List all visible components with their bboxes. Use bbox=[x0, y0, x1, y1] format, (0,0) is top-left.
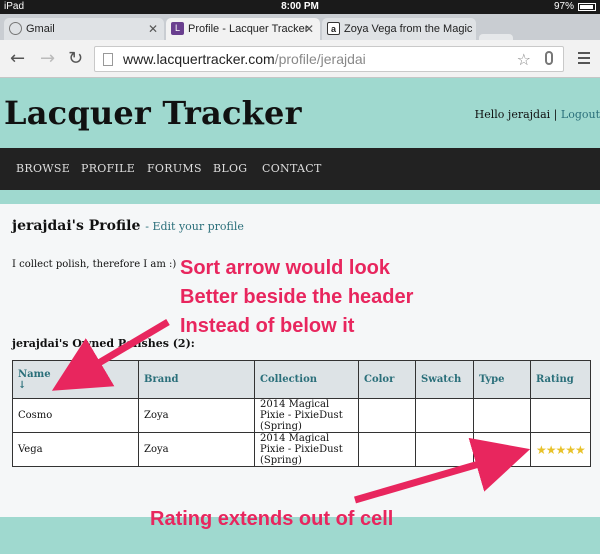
table-header-row: Name ↓ Brand Collection Color Swatch Typ… bbox=[12, 360, 591, 399]
annotation-sort-arrow: Sort arrow would look Better beside the … bbox=[180, 257, 414, 337]
site-header: Lacquer Tracker Hello jerajdai | Logout bbox=[0, 78, 600, 148]
cell-brand: Zoya bbox=[138, 432, 255, 467]
rating-stars-icon[interactable]: ★★★★★ bbox=[536, 443, 586, 457]
owned-polishes-table: Name ↓ Brand Collection Color Swatch Typ… bbox=[12, 360, 591, 467]
cell-name[interactable]: Vega bbox=[12, 432, 139, 467]
page-icon bbox=[103, 53, 113, 66]
amazon-icon: a bbox=[327, 22, 340, 35]
cell-color bbox=[358, 432, 416, 467]
cell-color bbox=[358, 398, 416, 433]
profile-heading: jerajdai's Profile - Edit your profile bbox=[12, 218, 244, 234]
header-collection[interactable]: Collection bbox=[254, 360, 359, 399]
menu-icon[interactable] bbox=[578, 52, 590, 64]
clock: 8:00 PM bbox=[281, 1, 319, 12]
tab-strip: Gmail ✕ L Profile - Lacquer Tracker ✕ a … bbox=[0, 14, 600, 52]
cell-collection: 2014 Magical Pixie - PixieDust (Spring) bbox=[254, 398, 359, 433]
address-bar[interactable]: www.lacquertracker.com/profile/jerajdai … bbox=[94, 46, 564, 72]
header-type[interactable]: Type bbox=[473, 360, 531, 399]
owned-polishes-heading: jerajdai's Owned Polishes (2): bbox=[12, 337, 195, 350]
cell-swatch bbox=[415, 432, 474, 467]
nav-forums[interactable]: FORUMS bbox=[147, 162, 202, 175]
tab-title: Profile - Lacquer Tracker bbox=[188, 23, 309, 35]
close-tab-icon[interactable]: ✕ bbox=[304, 18, 314, 40]
header-rating[interactable]: Rating bbox=[530, 360, 591, 399]
profile-content: jerajdai's Profile - Edit your profile I… bbox=[0, 204, 600, 517]
header-name[interactable]: Name ↓ bbox=[12, 360, 139, 399]
nav-browse[interactable]: BROWSE bbox=[16, 162, 70, 175]
user-greeting: Hello jerajdai | Logout bbox=[475, 108, 600, 121]
tab-title: Gmail bbox=[26, 23, 55, 35]
tab-lacquer-tracker[interactable]: L Profile - Lacquer Tracker ✕ bbox=[166, 18, 320, 40]
cell-type bbox=[473, 398, 531, 433]
microphone-icon[interactable] bbox=[545, 51, 553, 65]
header-stripe bbox=[0, 190, 600, 204]
header-color[interactable]: Color bbox=[358, 360, 416, 399]
nav-contact[interactable]: CONTACT bbox=[262, 162, 322, 175]
greeting-text: Hello jerajdai | bbox=[474, 108, 558, 121]
annotation-rating: Rating extends out of cell bbox=[150, 508, 394, 530]
sort-arrow-icon[interactable]: ↓ bbox=[18, 380, 133, 391]
cell-name[interactable]: Cosmo bbox=[12, 398, 139, 433]
ios-status-bar: iPad 8:00 PM 97% bbox=[0, 0, 600, 14]
main-nav: BROWSE PROFILE FORUMS BLOG CONTACT bbox=[0, 148, 600, 190]
battery-area: 97% bbox=[554, 0, 596, 14]
browser-toolbar: ← → ↻ www.lacquertracker.com/profile/jer… bbox=[0, 40, 600, 78]
edit-profile-link[interactable]: - Edit your profile bbox=[145, 220, 244, 233]
table-row[interactable]: Cosmo Zoya 2014 Magical Pixie - PixieDus… bbox=[12, 398, 591, 433]
cell-brand: Zoya bbox=[138, 398, 255, 433]
back-icon[interactable]: ← bbox=[10, 49, 25, 69]
cell-type bbox=[473, 432, 531, 467]
tab-zoya-vega[interactable]: a Zoya Vega from the Magic bbox=[322, 18, 476, 40]
cell-rating bbox=[530, 398, 591, 433]
nav-blog[interactable]: BLOG bbox=[213, 162, 247, 175]
header-brand[interactable]: Brand bbox=[138, 360, 255, 399]
url-text[interactable]: www.lacquertracker.com/profile/jerajdai bbox=[123, 51, 366, 67]
reload-icon[interactable]: ↻ bbox=[68, 49, 83, 69]
cell-rating[interactable]: ★★★★★ bbox=[530, 432, 591, 467]
table-row[interactable]: Vega Zoya 2014 Magical Pixie - PixieDust… bbox=[12, 432, 591, 467]
logout-link[interactable]: Logout bbox=[561, 108, 600, 121]
nav-profile[interactable]: PROFILE bbox=[81, 162, 135, 175]
lacquer-tracker-icon: L bbox=[171, 22, 184, 35]
cell-collection: 2014 Magical Pixie - PixieDust (Spring) bbox=[254, 432, 359, 467]
site-title[interactable]: Lacquer Tracker bbox=[4, 94, 302, 132]
battery-percent: 97% bbox=[553, 1, 574, 12]
globe-icon bbox=[9, 22, 22, 35]
battery-icon bbox=[578, 3, 596, 11]
tab-gmail[interactable]: Gmail ✕ bbox=[4, 18, 164, 40]
profile-bio: I collect polish, therefore I am :) bbox=[12, 259, 177, 270]
header-swatch[interactable]: Swatch bbox=[415, 360, 474, 399]
tab-title: Zoya Vega from the Magic bbox=[344, 23, 473, 35]
forward-icon[interactable]: → bbox=[40, 49, 55, 69]
cell-swatch bbox=[415, 398, 474, 433]
bookmark-star-icon[interactable]: ☆ bbox=[517, 50, 531, 69]
close-tab-icon[interactable]: ✕ bbox=[148, 18, 158, 40]
